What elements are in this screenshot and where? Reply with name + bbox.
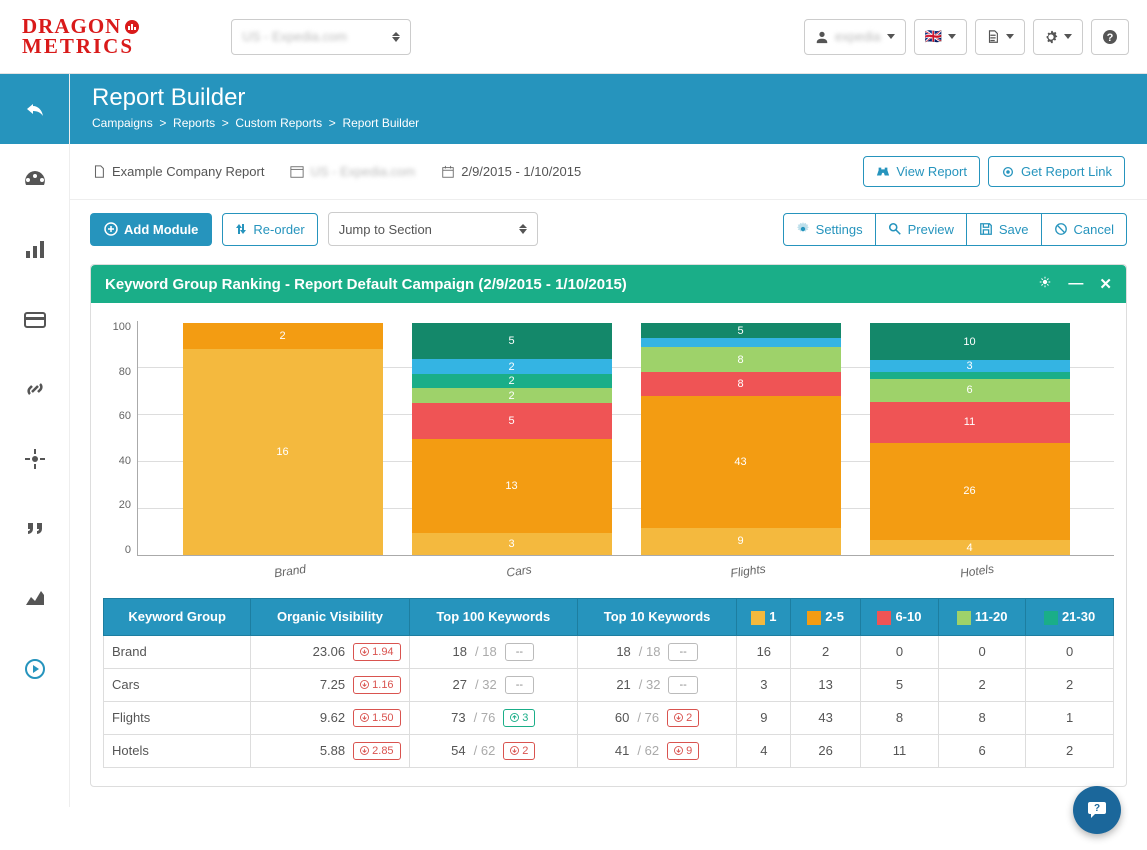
page-banner: Report Builder Campaigns > Reports > Cus… xyxy=(70,74,1147,144)
breadcrumb-campaigns[interactable]: Campaigns xyxy=(92,116,153,130)
content-area: Report Builder Campaigns > Reports > Cus… xyxy=(70,74,1147,807)
user-icon xyxy=(815,30,829,44)
link-icon xyxy=(23,377,47,401)
svg-text:?: ? xyxy=(1094,803,1100,814)
area-chart-icon xyxy=(23,587,47,611)
gauge-icon xyxy=(23,167,47,191)
preview-button[interactable]: Preview xyxy=(875,213,967,246)
sidebar-sites[interactable] xyxy=(0,284,69,354)
flag-icon: 🇬🇧 xyxy=(925,28,942,45)
table-row: Hotels5.88 2.8554 / 62 241 / 62 94261162 xyxy=(104,734,1114,767)
bar-hotels: 426116310 xyxy=(870,323,1070,555)
save-button[interactable]: Save xyxy=(966,213,1042,246)
card-icon xyxy=(23,307,47,331)
chat-help-icon: ? xyxy=(1086,799,1108,821)
document-icon xyxy=(92,165,106,179)
document-icon xyxy=(986,30,1000,44)
save-icon xyxy=(979,222,993,236)
report-info-bar: Example Company Report US - Expedia.com … xyxy=(70,144,1147,200)
sort-icon xyxy=(235,223,247,235)
page-title: Report Builder xyxy=(92,84,1125,112)
y-axis: 100806040200 xyxy=(103,321,137,556)
sidebar-dashboard[interactable] xyxy=(0,144,69,214)
breadcrumb-current: Report Builder xyxy=(342,116,419,130)
cancel-button[interactable]: Cancel xyxy=(1041,213,1127,246)
campaign-selector[interactable]: US - Expedia.com xyxy=(231,19,411,55)
quote-icon xyxy=(23,517,47,541)
module-close[interactable]: ✕ xyxy=(1099,275,1112,293)
bar-brand: 162 xyxy=(183,323,383,555)
settings-button[interactable]: Settings xyxy=(783,213,876,246)
breadcrumbs: Campaigns > Reports > Custom Reports > R… xyxy=(92,116,1125,130)
settings-menu[interactable] xyxy=(1033,19,1083,55)
gear-icon xyxy=(1038,275,1052,289)
bar-cars: 31352225 xyxy=(412,323,612,555)
back-arrow-icon xyxy=(23,97,47,121)
x-axis: BrandCarsFlightsHotels xyxy=(137,556,1114,578)
user-menu[interactable]: expedia xyxy=(804,19,906,55)
bar-flights: 943885 xyxy=(641,323,841,555)
plot-area: 16231352225943885426116310 xyxy=(137,321,1114,556)
view-report-button[interactable]: View Report xyxy=(863,156,980,187)
report-name: Example Company Report xyxy=(92,164,264,179)
back-button[interactable] xyxy=(0,74,69,144)
svg-text:?: ? xyxy=(1107,32,1114,44)
documents-menu[interactable] xyxy=(975,19,1025,55)
link-gear-icon xyxy=(1001,165,1015,179)
help-icon: ? xyxy=(1102,29,1118,45)
language-menu[interactable]: 🇬🇧 xyxy=(914,19,967,55)
table-row: Flights9.62 1.5073 / 76 360 / 76 2943881 xyxy=(104,701,1114,734)
chart: 100806040200 16231352225943885426116310 xyxy=(103,321,1114,556)
top-bar: DRAGON METRICS US - Expedia.com expedia … xyxy=(0,0,1147,74)
gear-icon xyxy=(796,222,810,236)
module-keyword-group-ranking: Keyword Group Ranking - Report Default C… xyxy=(90,264,1127,787)
cancel-icon xyxy=(1054,222,1068,236)
arrow-right-circle-icon xyxy=(23,657,47,681)
sidebar-charts[interactable] xyxy=(0,564,69,634)
table-row: Brand23.06 1.9418 / 18 --18 / 18 --16200… xyxy=(104,635,1114,668)
breadcrumb-custom[interactable]: Custom Reports xyxy=(235,116,322,130)
module-header: Keyword Group Ranking - Report Default C… xyxy=(91,265,1126,303)
table-row: Cars7.25 1.1627 / 32 --21 / 32 --313522 xyxy=(104,668,1114,701)
get-report-link-button[interactable]: Get Report Link xyxy=(988,156,1125,187)
reorder-button[interactable]: Re-order xyxy=(222,213,317,246)
sidebar-links[interactable] xyxy=(0,354,69,424)
sidebar-expand[interactable] xyxy=(0,634,69,704)
module-collapse[interactable]: — xyxy=(1068,275,1083,293)
binoculars-icon xyxy=(876,165,890,179)
ranking-table: Keyword GroupOrganic VisibilityTop 100 K… xyxy=(103,598,1114,768)
module-settings[interactable] xyxy=(1038,275,1052,293)
toolbar: Add Module Re-order Jump to Section Sett… xyxy=(90,200,1147,258)
crosshair-icon xyxy=(23,447,47,471)
sidebar-quotes[interactable] xyxy=(0,494,69,564)
report-campaign: US - Expedia.com xyxy=(290,164,415,179)
sidebar xyxy=(0,74,70,807)
jump-to-section[interactable]: Jump to Section xyxy=(328,212,538,246)
search-icon xyxy=(888,222,902,236)
gear-icon xyxy=(1044,30,1058,44)
bars-icon xyxy=(23,237,47,261)
calendar-icon xyxy=(441,165,455,179)
breadcrumb-reports[interactable]: Reports xyxy=(173,116,215,130)
plus-circle-icon xyxy=(104,222,118,236)
logo[interactable]: DRAGON METRICS xyxy=(22,17,141,57)
help-fab[interactable]: ? xyxy=(1073,786,1121,834)
sidebar-rankings[interactable] xyxy=(0,214,69,284)
module-title: Keyword Group Ranking - Report Default C… xyxy=(105,276,627,293)
help-button[interactable]: ? xyxy=(1091,19,1129,55)
window-icon xyxy=(290,165,304,179)
report-daterange: 2/9/2015 - 1/10/2015 xyxy=(441,164,581,179)
add-module-button[interactable]: Add Module xyxy=(90,213,212,246)
sidebar-target[interactable] xyxy=(0,424,69,494)
